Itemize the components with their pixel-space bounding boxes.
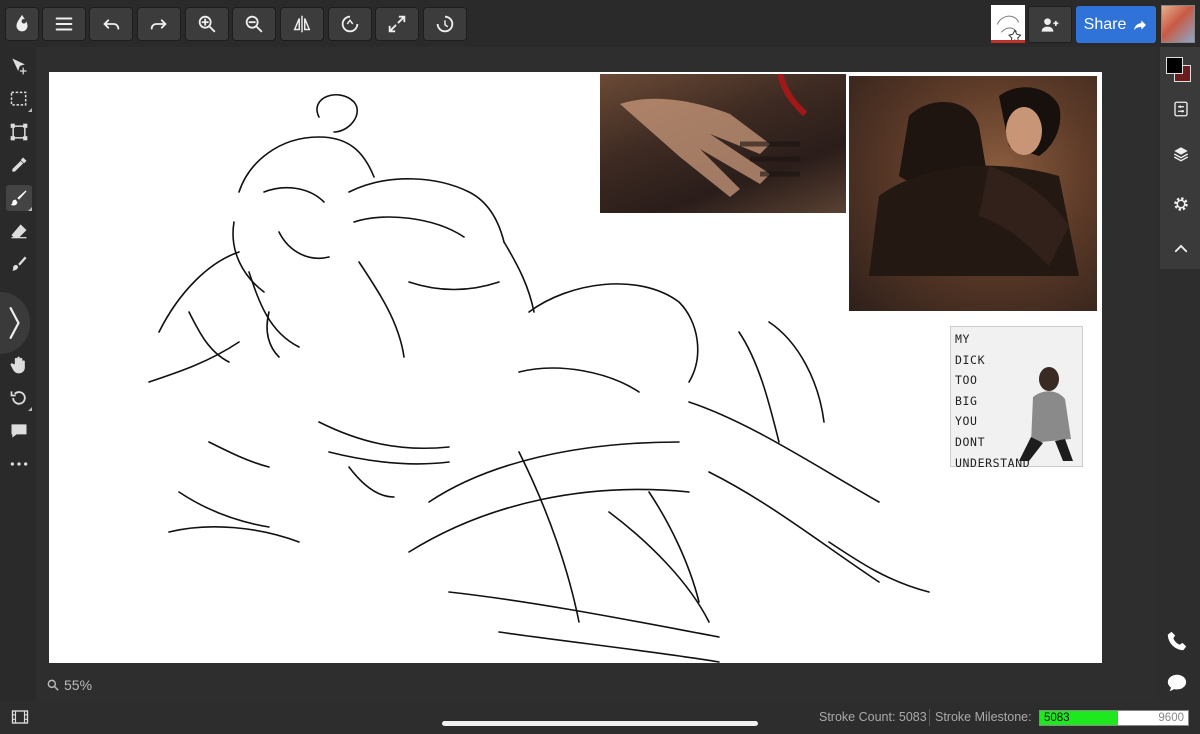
redo-icon [150,19,167,30]
layers-icon [1173,147,1189,162]
more-icon [10,462,28,466]
reference-image-hand[interactable] [600,73,846,213]
color-picker-swatch[interactable] [1166,57,1192,83]
marquee-icon [10,91,27,106]
rotate-icon [436,15,454,33]
undo-icon [103,19,120,30]
undo-button[interactable] [89,7,133,41]
more-tools[interactable] [6,451,32,477]
share-button[interactable]: Share [1076,6,1156,43]
share-arrow-icon [1134,19,1147,30]
eraser-icon [11,224,27,239]
move-tool[interactable] [6,53,32,79]
comment-icon [11,424,27,438]
transform-icon [10,123,28,141]
drawing-thumbnail-button[interactable] [991,5,1025,43]
zoom-indicator[interactable]: 55% [46,677,92,693]
hamburger-icon [55,17,73,31]
tool-column [0,47,36,701]
comment-tool[interactable] [6,418,32,444]
history-tool[interactable] [6,385,32,411]
collapse-panel-button[interactable] [1169,237,1193,261]
milestone-target: 9600 [1158,712,1184,724]
chat-button[interactable] [1166,672,1188,699]
select-tool[interactable] [6,86,32,112]
render-figures-shape [869,87,1079,276]
settings-button[interactable] [1169,192,1193,216]
move-icon [12,58,27,75]
zoom-value: 55% [64,677,93,693]
flip-icon [293,15,311,33]
flip-button[interactable] [280,7,324,41]
chat-bubble-icon [1167,674,1187,692]
sliders-icon [1174,101,1188,117]
stroke-count: Stroke Count: 5083 [819,710,927,724]
brush-tool[interactable] [6,185,32,211]
hand-tool[interactable] [6,352,32,378]
zoom-in-button[interactable] [185,7,229,41]
phone-icon [1167,631,1187,651]
hand-photo-shape [620,73,808,197]
layers-button[interactable] [1169,142,1193,166]
history-icon [10,391,26,405]
fill-tool[interactable] [6,251,32,277]
brush-icon [10,190,27,206]
stroke-milestone-progress: 5083 9600 [1039,710,1189,726]
redo-button[interactable] [137,7,181,41]
adjustments-button[interactable] [1169,97,1193,121]
zoom-out-icon [245,15,263,33]
invite-user-button[interactable] [1028,6,1072,43]
zoom-in-icon [198,15,216,33]
fullscreen-button[interactable] [375,7,419,41]
share-label: Share [1083,15,1127,33]
chevron-up-icon [1174,244,1188,253]
menu-button[interactable] [42,7,86,41]
add-user-icon [1041,17,1059,32]
sketch-thumbnail-icon [996,15,1022,43]
transform-tool[interactable] [6,119,32,145]
eyedropper-icon [12,157,27,172]
rotate-reset-icon [341,15,359,33]
status-divider [929,709,930,726]
paint-app: Share MY DICK TOO BIG YOU DONT UNDERSTAN… [0,0,1200,734]
voice-call-button[interactable] [1166,630,1188,657]
rotate-reset-button[interactable] [328,7,372,41]
tool-panel-collapse-tab[interactable] [0,292,30,354]
timelapse-film-icon[interactable] [10,708,30,726]
hand-icon [10,356,25,374]
top-toolbar: Share [0,0,1200,47]
stroke-milestone-label: Stroke Milestone: [935,710,1032,724]
eyedropper-tool[interactable] [6,152,32,178]
sitting-figure-shape [1019,367,1073,461]
user-avatar[interactable] [1161,5,1195,43]
eraser-tool[interactable] [6,218,32,244]
chevron-right-icon [9,307,20,339]
milestone-value: 5083 [1044,712,1070,724]
rotate-button[interactable] [423,7,467,41]
drop-logo-icon [16,14,28,32]
primary-color [1166,57,1183,74]
reference-image-meme[interactable]: MY DICK TOO BIG YOU DONT UNDERSTAND [950,326,1083,470]
fill-bucket-icon [12,256,27,271]
expand-icon [388,15,406,33]
reference-image-render[interactable] [849,76,1097,311]
gear-icon [1174,197,1188,211]
magnifier-icon [47,679,59,691]
zoom-out-button[interactable] [232,7,276,41]
app-logo-button[interactable] [5,7,39,41]
status-bar: Stroke Count: 5083 Stroke Milestone: 508… [0,701,1200,734]
home-indicator [442,721,758,726]
